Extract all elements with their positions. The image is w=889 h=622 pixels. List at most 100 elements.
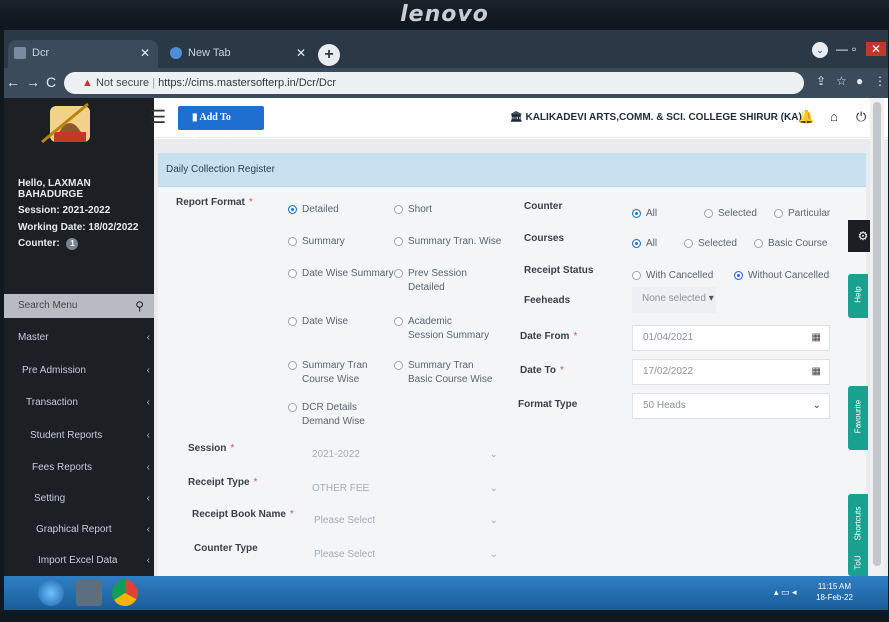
date-to-field[interactable]: 17/02/2022 ▦ xyxy=(632,359,830,385)
courses-selected[interactable]: Selected xyxy=(684,237,737,251)
report-format-detailed[interactable]: Detailed xyxy=(288,203,339,217)
sidebar-item-label: Import Excel Data xyxy=(38,555,118,566)
tab-dcr[interactable]: Dcr ✕ xyxy=(8,40,158,68)
sidebar-item-label: Graphical Report xyxy=(36,524,112,535)
sidebar-item-fees-reports[interactable]: Fees Reports ‹ xyxy=(4,453,154,483)
minimize-icon[interactable]: — xyxy=(836,42,848,56)
search-icon[interactable]: ⚲ xyxy=(135,294,144,318)
format-type-value: 50 Heads xyxy=(643,400,686,411)
report-format-dcr-details[interactable]: DCR Details Demand Wise xyxy=(288,401,368,429)
bell-icon[interactable]: 🔔 xyxy=(798,109,814,125)
tab-new-tab[interactable]: New Tab ✕ xyxy=(164,40,314,68)
search-menu-input[interactable]: Search Menu ⚲ xyxy=(4,294,154,318)
report-format-short[interactable]: Short xyxy=(394,203,432,217)
sidebar-item-transaction[interactable]: Transaction ‹ xyxy=(4,388,154,418)
courses-all[interactable]: All xyxy=(632,237,657,251)
counter-particular[interactable]: Particular xyxy=(774,207,830,221)
feeheads-select[interactable]: None selected ▾ xyxy=(632,287,716,313)
monitor-brand: lenovo xyxy=(0,0,889,28)
date-from-field[interactable]: 01/04/2021 ▦ xyxy=(632,325,830,351)
sidebar-item-pre-admission[interactable]: Pre Admission ‹ xyxy=(4,356,154,386)
chevron-left-icon: ‹ xyxy=(146,365,150,376)
chevron-left-icon: ‹ xyxy=(146,397,150,408)
reload-icon[interactable]: C xyxy=(46,74,56,90)
hamburger-icon[interactable]: ☰ xyxy=(150,107,166,128)
favourite-tab[interactable]: Favourite xyxy=(848,386,868,450)
format-type-select[interactable]: 50 Heads ⌄ xyxy=(632,393,830,419)
report-format-summary-tran-wise[interactable]: Summary Tran. Wise xyxy=(394,235,501,249)
help-tab[interactable]: Help xyxy=(848,274,868,318)
home-icon[interactable]: ⌂ xyxy=(830,109,838,124)
calendar-icon[interactable]: ▦ xyxy=(812,326,821,350)
receipt-type-select[interactable]: OTHER FEE ⌄ xyxy=(312,483,498,494)
chevron-left-icon: ‹ xyxy=(146,524,150,535)
counter-all[interactable]: All xyxy=(632,207,657,221)
sidebar-item-import-excel[interactable]: Import Excel Data ‹ xyxy=(4,546,154,576)
report-format-summary[interactable]: Summary xyxy=(288,235,345,249)
report-format-prev-session[interactable]: Prev Session Detailed xyxy=(394,267,474,295)
receipt-status-without-cancelled[interactable]: Without Cancelled xyxy=(734,269,829,283)
scrollbar-thumb[interactable] xyxy=(873,102,881,566)
working-date: Working Date: 18/02/2022 xyxy=(18,222,139,233)
counter-label: Counter: xyxy=(18,238,60,249)
profile-chevron-icon[interactable]: ⌄ xyxy=(812,42,828,58)
add-to-favourite-button[interactable]: ▮ Add To Favourite xyxy=(178,106,264,147)
account-icon[interactable]: ● xyxy=(856,74,863,88)
close-icon[interactable]: ✕ xyxy=(296,40,306,66)
counter-type-select[interactable]: Please Select ⌄ xyxy=(314,549,498,560)
radio-icon xyxy=(684,239,693,248)
back-icon[interactable]: ← xyxy=(6,74,20,90)
tab-bar: Dcr ✕ New Tab ✕ + ⌄ — ▫ ✕ xyxy=(4,30,888,68)
favourite-tab-label: Favourite xyxy=(853,399,863,434)
session-select[interactable]: 2021-2022 ⌄ xyxy=(312,449,498,460)
report-format-summary-tran-course[interactable]: Summary Tran Course Wise xyxy=(288,359,374,387)
tray-icons: ▴ ▭ ◂ xyxy=(774,587,797,597)
url-text: https://cims.mastersofterp.in/Dcr/Dcr xyxy=(158,77,337,89)
chrome-icon[interactable] xyxy=(112,580,138,606)
warning-icon: ▲ xyxy=(82,77,93,89)
shortcuts-tab-label: Shortcuts xyxy=(853,506,863,541)
counter-info: Counter: 1 xyxy=(18,238,79,250)
new-tab-button[interactable]: + xyxy=(318,44,340,66)
radio-icon xyxy=(394,269,403,278)
sidebar-item-student-reports[interactable]: Student Reports ‹ xyxy=(4,421,154,451)
star-icon[interactable]: ☆ xyxy=(836,74,847,88)
start-icon[interactable] xyxy=(38,580,64,606)
explorer-icon[interactable] xyxy=(76,580,102,606)
gear-icon: ⚙ xyxy=(857,229,869,243)
tou-tab[interactable]: ToU xyxy=(848,552,868,576)
page-scrollbar[interactable] xyxy=(870,98,884,576)
report-format-date-wise-summary[interactable]: Date Wise Summary xyxy=(288,267,398,281)
chevron-down-icon: ⌄ xyxy=(489,549,498,560)
share-icon[interactable]: ⇪ xyxy=(816,74,826,88)
session-info: Session: 2021-2022 xyxy=(18,205,111,216)
maximize-icon[interactable]: ▫ xyxy=(852,42,856,56)
url-field[interactable]: ▲ Not secure | https://cims.mastersofter… xyxy=(64,72,804,94)
report-format-date-wise[interactable]: Date Wise xyxy=(288,315,348,329)
calendar-icon[interactable]: ▦ xyxy=(812,360,821,384)
security-label[interactable]: Not secure xyxy=(96,77,149,89)
radio-icon xyxy=(394,205,403,214)
report-format-summary-tran-basic[interactable]: Summary Tran Basic Course Wise xyxy=(394,359,498,387)
power-icon[interactable]: ⏻ xyxy=(856,109,866,125)
session-value: 2021-2022 xyxy=(312,449,360,460)
receipt-type-label: Receipt Type * xyxy=(188,477,258,488)
courses-basic-course[interactable]: Basic Course xyxy=(754,237,827,251)
counter-selected[interactable]: Selected xyxy=(704,207,757,221)
forward-icon[interactable]: → xyxy=(26,74,40,90)
window-close-icon[interactable]: ✕ xyxy=(866,42,886,56)
session-label: Session * xyxy=(188,443,235,454)
receipt-status-with-cancelled[interactable]: With Cancelled xyxy=(632,269,713,283)
chevron-left-icon: ‹ xyxy=(146,555,150,566)
radio-icon xyxy=(288,317,297,326)
date-from-value: 01/04/2021 xyxy=(643,332,694,343)
radio-icon xyxy=(754,239,763,248)
report-format-academic-session[interactable]: Academic Session Summary xyxy=(394,315,490,343)
sidebar-item-graphical-report[interactable]: Graphical Report ‹ xyxy=(4,515,154,545)
receipt-status-label: Receipt Status xyxy=(524,265,594,276)
receipt-book-select[interactable]: Please Select ⌄ xyxy=(314,515,498,526)
close-icon[interactable]: ✕ xyxy=(140,40,150,66)
sidebar-item-master[interactable]: Master ‹ xyxy=(4,323,154,353)
sidebar-item-setting[interactable]: Setting ‹ xyxy=(4,484,154,514)
more-icon[interactable]: ⋮ xyxy=(874,74,886,88)
